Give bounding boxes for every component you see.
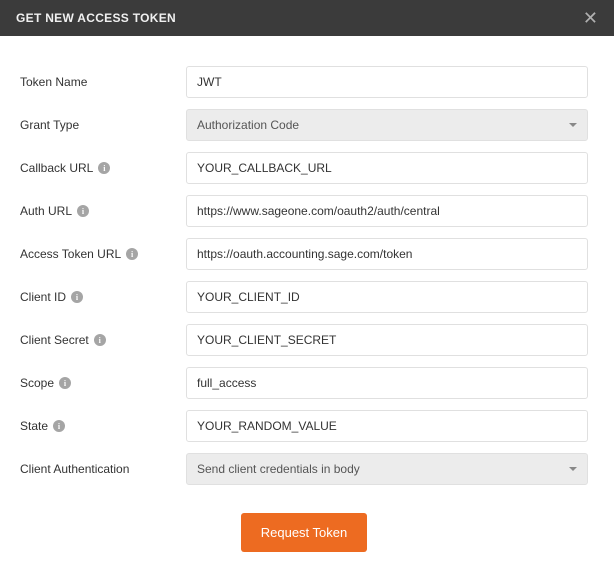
request-token-button[interactable]: Request Token: [241, 513, 368, 552]
info-icon[interactable]: i: [77, 205, 89, 217]
row-client-secret: Client Secret i: [20, 324, 588, 356]
chevron-down-icon: [569, 123, 577, 127]
row-auth-url: Auth URL i: [20, 195, 588, 227]
close-icon[interactable]: ✕: [579, 5, 602, 31]
label-scope: Scope i: [20, 376, 186, 390]
state-input[interactable]: [186, 410, 588, 442]
auth-url-input[interactable]: [186, 195, 588, 227]
info-icon[interactable]: i: [126, 248, 138, 260]
label-text-client-auth: Client Authentication: [20, 462, 129, 476]
modal-content: Token Name Grant Type Authorization Code: [0, 36, 614, 576]
label-text-grant-type: Grant Type: [20, 118, 79, 132]
access-token-modal: GET NEW ACCESS TOKEN ✕ Token Name Grant …: [0, 0, 614, 576]
row-client-id: Client ID i: [20, 281, 588, 313]
info-icon[interactable]: i: [71, 291, 83, 303]
row-scope: Scope i: [20, 367, 588, 399]
label-text-client-secret: Client Secret: [20, 333, 89, 347]
token-name-input[interactable]: [186, 66, 588, 98]
grant-type-select[interactable]: Authorization Code: [186, 109, 588, 141]
label-access-token-url: Access Token URL i: [20, 247, 186, 261]
scope-input[interactable]: [186, 367, 588, 399]
info-icon[interactable]: i: [53, 420, 65, 432]
client-auth-value: Send client credentials in body: [197, 462, 360, 476]
client-auth-select[interactable]: Send client credentials in body: [186, 453, 588, 485]
row-client-auth: Client Authentication Send client creden…: [20, 453, 588, 485]
modal-footer: Request Token: [20, 513, 588, 552]
info-icon[interactable]: i: [59, 377, 71, 389]
label-text-client-id: Client ID: [20, 290, 66, 304]
row-grant-type: Grant Type Authorization Code: [20, 109, 588, 141]
label-token-name: Token Name: [20, 75, 186, 89]
info-icon[interactable]: i: [94, 334, 106, 346]
label-text-auth-url: Auth URL: [20, 204, 72, 218]
info-icon[interactable]: i: [98, 162, 110, 174]
row-token-name: Token Name: [20, 66, 588, 98]
label-state: State i: [20, 419, 186, 433]
label-client-auth: Client Authentication: [20, 462, 186, 476]
client-id-input[interactable]: [186, 281, 588, 313]
label-text-state: State: [20, 419, 48, 433]
grant-type-value: Authorization Code: [197, 118, 299, 132]
label-client-secret: Client Secret i: [20, 333, 186, 347]
label-callback-url: Callback URL i: [20, 161, 186, 175]
row-access-token-url: Access Token URL i: [20, 238, 588, 270]
chevron-down-icon: [569, 467, 577, 471]
label-client-id: Client ID i: [20, 290, 186, 304]
label-text-callback-url: Callback URL: [20, 161, 93, 175]
label-text-scope: Scope: [20, 376, 54, 390]
client-secret-input[interactable]: [186, 324, 588, 356]
label-grant-type: Grant Type: [20, 118, 186, 132]
row-callback-url: Callback URL i: [20, 152, 588, 184]
modal-title: GET NEW ACCESS TOKEN: [16, 11, 176, 25]
row-state: State i: [20, 410, 588, 442]
modal-header: GET NEW ACCESS TOKEN ✕: [0, 0, 614, 36]
access-token-url-input[interactable]: [186, 238, 588, 270]
callback-url-input[interactable]: [186, 152, 588, 184]
label-text-access-token-url: Access Token URL: [20, 247, 121, 261]
label-auth-url: Auth URL i: [20, 204, 186, 218]
label-text-token-name: Token Name: [20, 75, 87, 89]
